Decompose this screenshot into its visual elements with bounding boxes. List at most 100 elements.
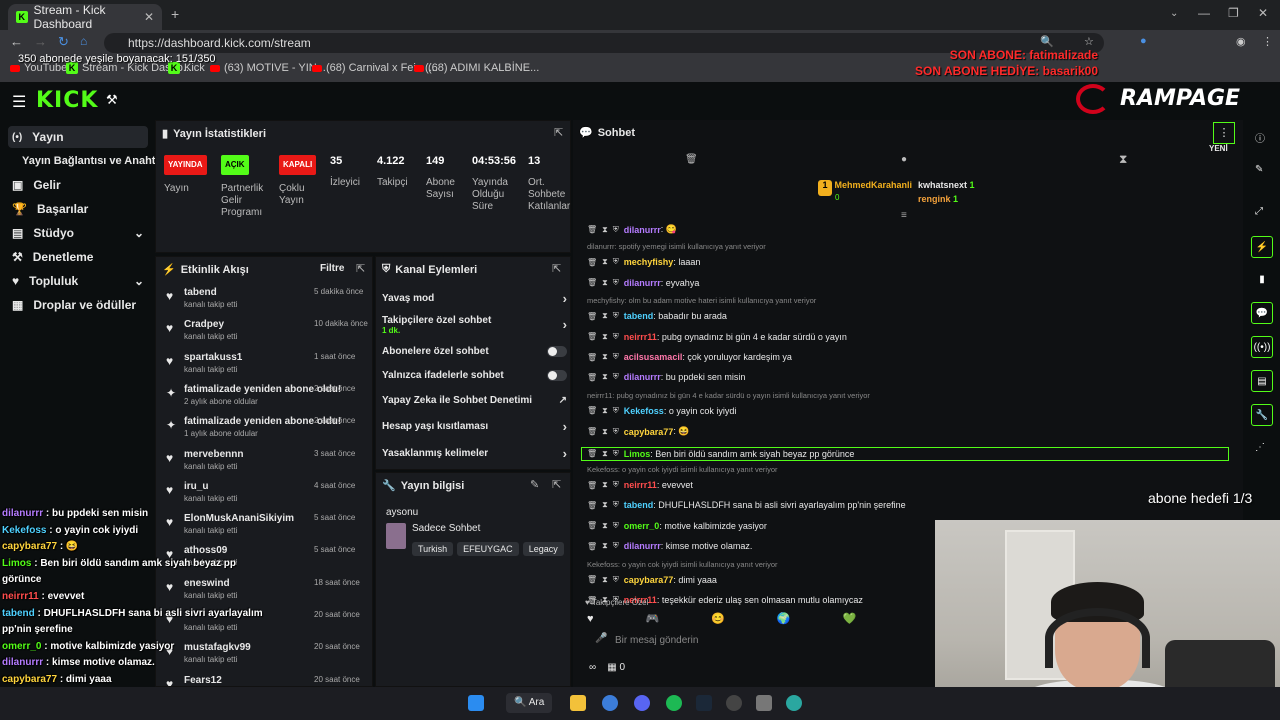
chat-message[interactable]: 🗑 ⧗ ⛨ dilanurrr: eyvahya [587,278,699,288]
taskbar-search[interactable]: 🔍 Ara [506,693,552,713]
info-icon[interactable]: ⓘ [1255,130,1265,145]
discord-icon[interactable] [634,695,650,711]
delete-icon[interactable]: 🗑 [587,501,597,510]
delete-icon[interactable]: 🗑 [587,353,597,362]
delete-icon[interactable]: 🗑 [587,225,597,234]
home-icon[interactable]: ⌂ [80,34,87,48]
pin-toggle-icon[interactable]: ≡ [901,210,907,221]
menu-dots-icon[interactable]: ⋮ [1262,35,1273,48]
ban-icon[interactable]: ⛨ [613,406,619,416]
emote-bar[interactable]: ♥🎮😊🌍💚 [587,612,908,625]
delete-icon[interactable]: 🗑 [587,575,597,584]
chat-username[interactable]: acilsusamacil [624,352,683,362]
obs-icon[interactable] [726,695,742,711]
chat-message[interactable]: 🗑 ⧗ ⛨ omerr_0: motive kalbimizde yasiyor [587,521,767,531]
steam-icon[interactable] [696,695,712,711]
action-followers-only[interactable]: Takipçilere özel sohbet 1 dk. › [382,315,567,335]
quick-action-lightning[interactable]: ⚡ [1251,236,1273,258]
delete-icon[interactable]: 🗑 [587,406,597,415]
ban-icon[interactable]: ⛨ [613,427,619,437]
delete-icon[interactable]: 🗑 [587,258,597,267]
share-icon[interactable]: ⋰ [1255,442,1265,453]
sidebar-item-yayin[interactable]: (•) Yayın [8,126,148,148]
chat-message[interactable]: 🗑 ⧗ ⛨ capybara77: 😆 [587,426,690,437]
action-banned-words[interactable]: Yasaklanmış kelimeler › [382,446,567,461]
timeout-icon[interactable]: ⧗ [602,427,608,437]
chat-username[interactable]: Kekefoss [624,406,664,416]
spotify-icon[interactable] [666,695,682,711]
tools-icon[interactable]: ⚒ [106,92,118,108]
sidebar-item-basarilar[interactable]: 🏆 Başarılar [8,198,148,220]
ban-icon[interactable]: ⛨ [613,332,619,342]
popout-icon[interactable]: ⇱ [554,126,563,139]
delete-icon[interactable]: 🗑 [587,373,597,382]
quick-action-broadcast[interactable]: ((•)) [1251,336,1273,358]
settings-icon[interactable] [756,695,772,711]
timeout-icon[interactable]: ⧗ [602,541,608,551]
ban-icon[interactable]: ⛨ [613,541,619,551]
sidebar-item-stream-key[interactable]: Yayın Bağlantısı ve Anahtarı [18,150,169,172]
timeout-icon[interactable]: ⧗ [602,575,608,585]
chat-username[interactable]: dilanurrr [624,541,661,551]
timeout-icon[interactable]: ⧗ [602,449,608,459]
timeout-icon[interactable]: ⧗ [602,278,608,288]
chat-username[interactable]: tabend [624,500,654,510]
close-tab-icon[interactable]: ✕ [144,10,154,24]
chat-username[interactable]: neirrr11 [624,332,657,342]
quick-action-chat[interactable]: 💬 [1251,302,1273,324]
windows-start-icon[interactable] [468,695,484,711]
microphone-icon[interactable]: 🎤 [595,633,607,644]
chat-username[interactable]: dilanurrr [624,372,661,382]
bookmark-motive[interactable]: (63) MOTIVE - YIN... [210,62,326,74]
action-slow-mode[interactable]: Yavaş mod › [382,291,567,306]
tab-search-icon[interactable]: ⌄ [1170,8,1178,19]
timeout-icon[interactable]: ⧗ [602,406,608,416]
edit-pencil-icon[interactable]: ✎ [530,478,539,491]
bookmark-adimi[interactable]: (68) ADIMI KALBİNE... [414,62,539,74]
expand-icon[interactable]: ⤢ [1255,206,1263,217]
file-explorer-icon[interactable] [570,695,586,711]
ban-icon[interactable]: ⛨ [613,575,619,585]
close-window-icon[interactable]: ✕ [1258,6,1268,20]
popout-icon[interactable]: ⇱ [552,478,561,491]
timeout-icon[interactable]: ⧗ [602,352,608,362]
pencil-icon[interactable]: ✎ [1255,164,1263,175]
chat-message[interactable]: 🗑 ⧗ ⛨ dilanurrr: kimse motive olamaz. [587,541,752,551]
chat-message[interactable]: 🗑 ⧗ ⛨ neirrr11: evevvet [587,480,693,490]
trash-icon[interactable]: 🗑 [685,154,698,165]
delete-icon[interactable]: 🗑 [587,542,597,551]
action-ai-moderation[interactable]: Yapay Zeka ile Sohbet Denetimi ↗ [382,395,567,406]
timeout-icon[interactable]: ⧗ [602,500,608,510]
popout-icon[interactable]: ⇱ [356,262,365,275]
delete-icon[interactable]: 🗑 [587,312,597,321]
chat-username[interactable]: mechyfishy [624,257,674,267]
delete-icon[interactable]: 🗑 [587,332,597,341]
chat-username[interactable]: tabend [624,311,654,321]
back-icon[interactable]: ← [10,34,23,49]
chat-username[interactable]: capybara77 [624,575,674,585]
sidebar-item-studyo[interactable]: ▤ Stüdyo ⌄ [8,222,148,244]
ban-icon[interactable]: ⛨ [613,225,619,235]
forward-icon[interactable]: → [34,34,47,49]
chat-message[interactable]: 🗑 ⧗ ⛨ dilanurrr: 😋 [587,224,677,235]
chat-message[interactable]: 🗑 ⧗ ⛨ tabend: DHUFLHASLDFH sana bi asli siv… [587,500,906,510]
subs-only-toggle[interactable] [547,346,567,357]
ban-icon[interactable]: ⛨ [613,521,619,531]
chat-username[interactable]: Limos [624,449,651,459]
kick-logo[interactable]: KICK [36,88,98,113]
timeout-icon[interactable]: ⧗ [602,521,608,531]
chat-message[interactable]: 🗑 ⧗ ⛨ mechyfishy: laaan [587,257,700,267]
timeout-icon[interactable]: ⧗ [602,332,608,342]
delete-icon[interactable]: 🗑 [587,521,597,530]
chat-username[interactable]: dilanurrr [624,278,661,288]
action-account-age[interactable]: Hesap yaşı kısıtlaması › [382,419,567,434]
browser-tab[interactable]: K Stream - Kick Dashboard ✕ [8,3,162,31]
chat-message[interactable]: 🗑 ⧗ ⛨ Kekefoss: o yayin cok iyiydi [587,406,736,416]
timeout-icon[interactable]: ⧗ [602,225,608,235]
hourglass-icon[interactable]: ⧗ [1119,152,1127,167]
timeout-icon[interactable]: ⧗ [602,480,608,490]
ban-icon[interactable]: ⛨ [613,449,619,459]
ban-icon[interactable]: ⛨ [613,500,619,510]
timeout-icon[interactable]: ⧗ [602,257,608,267]
popout-icon[interactable]: ⇱ [552,262,561,275]
